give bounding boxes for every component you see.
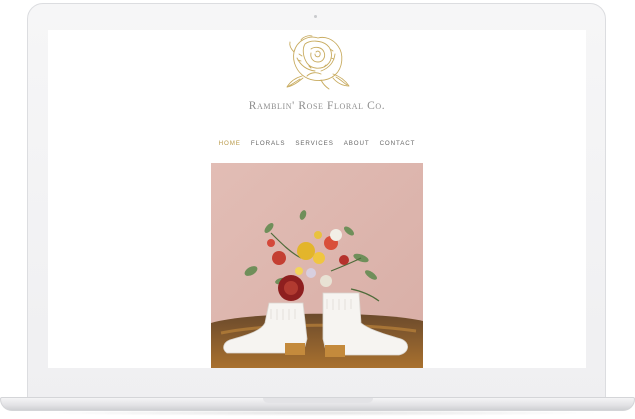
camera-dot (314, 15, 317, 18)
nav-florals[interactable]: FLORALS (251, 140, 286, 147)
rose-logo-icon[interactable] (283, 32, 353, 90)
main-nav: HOME FLORALS SERVICES ABOUT CONTACT (48, 140, 586, 147)
base-notch (263, 398, 373, 403)
brand-name: Ramblin' Rose Floral Co. (248, 100, 386, 112)
nav-home[interactable]: HOME (219, 140, 241, 147)
nav-about[interactable]: ABOUT (344, 140, 370, 147)
nav-services[interactable]: SERVICES (295, 140, 333, 147)
laptop-base (0, 397, 635, 411)
nav-contact[interactable]: CONTACT (380, 140, 416, 147)
website-screen: Ramblin' Rose Floral Co. HOME FLORALS SE… (48, 30, 586, 368)
hero-photo-boots-bouquet (211, 163, 423, 368)
laptop-shadow (30, 410, 605, 416)
